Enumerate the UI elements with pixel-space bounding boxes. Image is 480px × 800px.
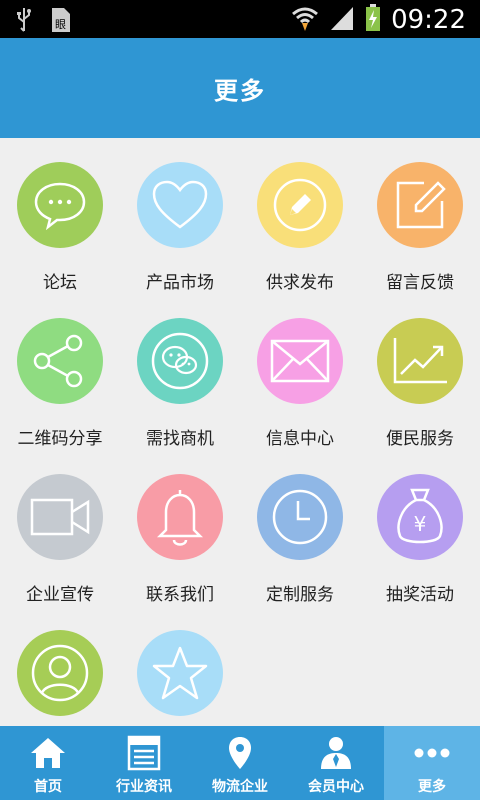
tile-label: 论坛 xyxy=(43,273,77,293)
nav-label: 物流企业 xyxy=(212,779,268,795)
circle-feedback xyxy=(377,162,463,248)
tile-product-market[interactable]: 产品市场 xyxy=(120,138,240,294)
nav-label: 更多 xyxy=(418,779,446,795)
tile-feedback[interactable]: 留言反馈 xyxy=(360,138,480,294)
page-title: 更多 xyxy=(214,76,266,105)
circle-share xyxy=(17,318,103,404)
tile-find-business[interactable]: 需找商机 xyxy=(120,294,240,450)
circle-lottery: ¥ xyxy=(377,474,463,560)
share-icon xyxy=(33,334,83,388)
nav-item-more[interactable]: 更多 xyxy=(384,726,480,800)
svg-text:眼: 眼 xyxy=(55,18,66,31)
tile-member[interactable] xyxy=(0,606,120,726)
nav-item-home[interactable]: 首页 xyxy=(0,726,96,800)
tile-share[interactable]: 二维码分享 xyxy=(0,294,120,450)
nav-label: 首页 xyxy=(34,779,62,795)
nav-item-logistics[interactable]: 物流企业 xyxy=(192,726,288,800)
heart-icon xyxy=(152,180,208,229)
tile-label: 信息中心 xyxy=(266,429,334,449)
tile-label: 便民服务 xyxy=(386,429,454,449)
circle-services xyxy=(377,318,463,404)
tile-custom-service[interactable]: 定制服务 xyxy=(240,450,360,606)
tile-label: 二维码分享 xyxy=(17,429,103,449)
circle-forum xyxy=(17,162,103,248)
circle-custom-service xyxy=(257,474,343,560)
circle-find-business xyxy=(137,318,223,404)
circle-contact xyxy=(137,474,223,560)
tile-label: 产品市场 xyxy=(146,273,214,293)
battery-icon xyxy=(365,4,381,36)
newspaper-icon xyxy=(124,734,164,772)
wifi-icon xyxy=(291,5,319,35)
app-header: 更多 xyxy=(0,38,480,138)
star-icon xyxy=(152,646,208,700)
video-camera-icon xyxy=(30,498,90,536)
bottom-nav: 首页 行业资讯 物流企业 会员中心 更多 xyxy=(0,726,480,800)
circle-favorites xyxy=(137,630,223,716)
chat-bubble-icon xyxy=(34,182,86,230)
sim-card-icon: 眼 xyxy=(50,6,72,38)
tile-services[interactable]: 便民服务 xyxy=(360,294,480,450)
money-bag-icon: ¥ xyxy=(397,488,443,544)
circle-promo xyxy=(17,474,103,560)
usb-icon xyxy=(16,7,32,37)
tile-contact[interactable]: 联系我们 xyxy=(120,450,240,606)
wechat-icon xyxy=(151,332,209,390)
circle-member xyxy=(17,630,103,716)
tile-messages[interactable]: 信息中心 xyxy=(240,294,360,450)
tile-label: 定制服务 xyxy=(266,585,334,605)
tile-label: 供求发布 xyxy=(266,273,334,293)
bell-icon xyxy=(156,490,204,546)
clock-icon xyxy=(272,489,328,545)
edit-icon xyxy=(396,181,446,229)
tile-label: 联系我们 xyxy=(146,585,214,605)
tile-lottery[interactable]: ¥ 抽奖活动 xyxy=(360,450,480,606)
circle-supply-demand xyxy=(257,162,343,248)
feature-grid: 论坛 产品市场 供求发布 留言反馈 二维码分享 需找商机 信息中心 便民服务 企… xyxy=(0,138,480,726)
signal-icon xyxy=(329,5,355,35)
nav-item-industry-news[interactable]: 行业资讯 xyxy=(96,726,192,800)
tile-label: 抽奖活动 xyxy=(386,585,454,605)
tile-favorites[interactable] xyxy=(120,606,240,726)
status-bar: 眼 09:22 xyxy=(0,0,480,38)
nav-label: 会员中心 xyxy=(308,779,364,795)
more-dots-icon xyxy=(412,734,452,772)
circle-messages xyxy=(257,318,343,404)
location-pin-icon xyxy=(220,734,260,772)
user-circle-icon xyxy=(31,644,89,702)
tile-label: 企业宣传 xyxy=(26,585,94,605)
tile-label: 需找商机 xyxy=(146,429,214,449)
nav-item-member-center[interactable]: 会员中心 xyxy=(288,726,384,800)
tile-forum[interactable]: 论坛 xyxy=(0,138,120,294)
envelope-icon xyxy=(270,339,330,383)
status-time: 09:22 xyxy=(391,5,466,35)
member-icon xyxy=(316,734,356,772)
tile-promo[interactable]: 企业宣传 xyxy=(0,450,120,606)
home-icon xyxy=(28,734,68,772)
pencil-icon xyxy=(273,178,327,232)
circle-product-market xyxy=(137,162,223,248)
trend-chart-icon xyxy=(393,338,447,384)
tile-label: 留言反馈 xyxy=(386,273,454,293)
nav-label: 行业资讯 xyxy=(116,779,172,795)
svg-text:¥: ¥ xyxy=(414,512,427,536)
tile-supply-demand[interactable]: 供求发布 xyxy=(240,138,360,294)
